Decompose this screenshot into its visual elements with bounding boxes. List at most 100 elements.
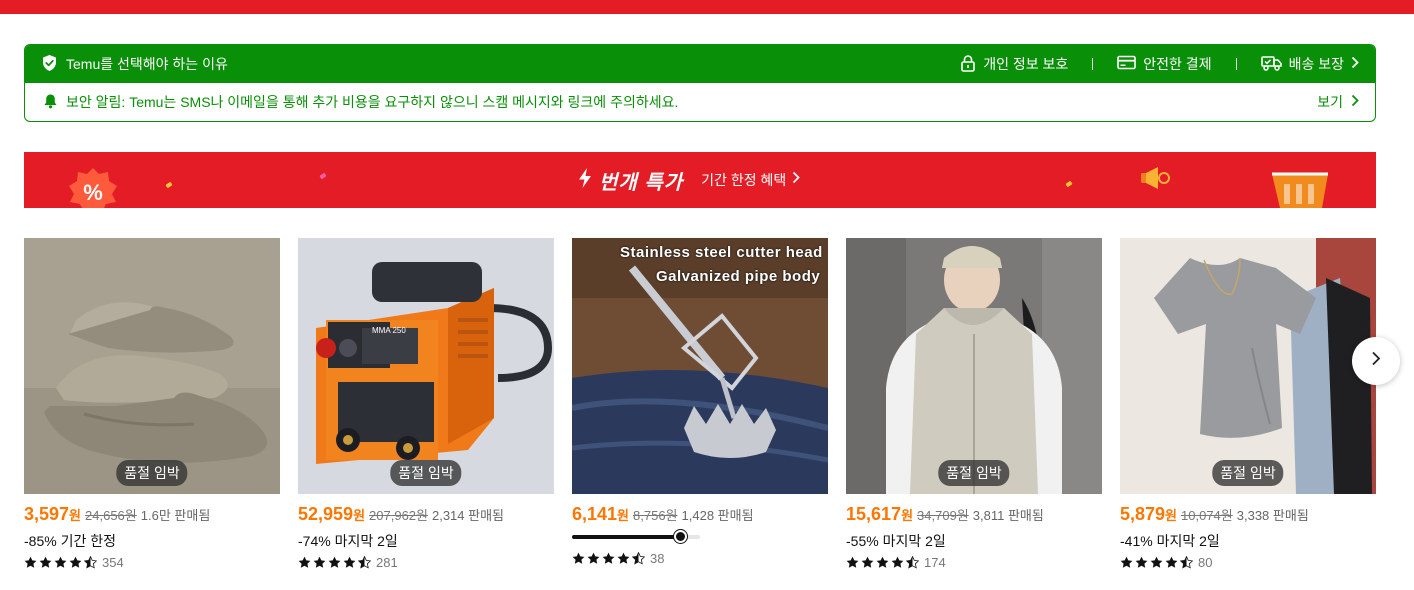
product-image-slides[interactable]: 품절 임박 (24, 238, 280, 494)
price: 15,617 (846, 504, 902, 524)
promo-text: -41% 마지막 2일 (1120, 533, 1220, 549)
product-image-vest[interactable]: 품절 임박 (846, 238, 1102, 494)
star-half-icon (906, 556, 919, 569)
star-half-icon (632, 552, 645, 565)
sold-count: 1,428 판매됨 (681, 508, 754, 523)
rating: 38 (572, 551, 828, 566)
price-row: 5,879 원 10,074원 3,338 판매됨 (1120, 504, 1376, 525)
star-full-icon (1150, 556, 1163, 568)
shopping-cart-decoration (1268, 168, 1334, 208)
star-full-icon (1135, 556, 1148, 568)
product-card[interactable]: Stainless steel cutter head Galvanized p… (572, 238, 828, 566)
currency: 원 (901, 508, 914, 523)
deal-title: 번개 특가 (599, 171, 684, 194)
star-full-icon (1165, 556, 1178, 568)
star-rating (846, 556, 919, 569)
promo-text: -74% 마지막 2일 (298, 533, 398, 549)
svg-text:%: % (83, 180, 103, 205)
sales-progress-bar (572, 530, 700, 543)
view-alert-button[interactable]: 보기 (1317, 92, 1359, 112)
star-full-icon (69, 556, 82, 568)
delivery-guarantee-label: 배송 보장 (1288, 56, 1344, 72)
product-image-welder[interactable]: MMA 250 품절 임박 (298, 238, 554, 494)
delivery-guarantee-link[interactable]: 배송 보장 (1260, 54, 1359, 74)
star-full-icon (24, 556, 37, 568)
secure-payment-link[interactable]: 안전한 결제 (1117, 54, 1212, 74)
sold-count: 3,338 판매됨 (1236, 508, 1309, 523)
star-full-icon (54, 556, 67, 568)
view-label: 보기 (1317, 94, 1343, 110)
price: 3,597 (24, 504, 70, 524)
trust-header: Temu를 선택해야 하는 이유 개인 정보 보호 안전한 결제 배송 보장 (25, 45, 1375, 83)
star-full-icon (39, 556, 52, 568)
progress-knob (673, 530, 687, 543)
product-card[interactable]: 품절 임박 5,879 원 10,074원 3,338 판매됨 -41% 마지막 … (1120, 238, 1376, 570)
product-card[interactable]: MMA 250 품절 임박 52,959 원 207,962원 2,314 판매됨… (298, 238, 554, 570)
original-price: 207,962원 (369, 508, 428, 523)
price-row: 3,597 원 24,656원 1.6만 판매됨 (24, 504, 280, 525)
bell-icon (43, 93, 58, 112)
review-count: 281 (376, 555, 398, 570)
low-stock-badge: 품절 임박 (1212, 460, 1284, 486)
star-half-icon (1180, 556, 1193, 569)
star-full-icon (891, 556, 904, 568)
review-count: 354 (102, 555, 124, 570)
currency: 원 (1165, 508, 1178, 523)
price-row: 52,959 원 207,962원 2,314 판매됨 (298, 504, 554, 525)
product-card[interactable]: 품절 임박 15,617 원 34,709원 3,811 판매됨 -55% 마지막… (846, 238, 1102, 570)
megaphone-decoration (1140, 162, 1176, 199)
product-image-cutter[interactable]: Stainless steel cutter head Galvanized p… (572, 238, 828, 494)
low-stock-badge: 품절 임박 (116, 460, 188, 486)
price: 5,879 (1120, 504, 1166, 524)
chevron-right-icon (792, 171, 801, 189)
price: 6,141 (572, 504, 618, 524)
star-rating (1120, 556, 1193, 569)
lock-icon (960, 54, 976, 75)
secure-payment-label: 안전한 결제 (1143, 56, 1212, 72)
credit-card-icon (1117, 55, 1137, 73)
review-count: 174 (924, 555, 946, 570)
chevron-right-icon (1351, 56, 1359, 72)
deal-center: 번개 특가 기간 한정 혜택 (577, 152, 801, 208)
progress-fill (572, 535, 680, 539)
star-full-icon (572, 552, 585, 564)
star-full-icon (876, 556, 889, 568)
star-full-icon (587, 552, 600, 564)
confetti-decoration (1065, 180, 1073, 188)
sold-count: 1.6만 판매됨 (140, 508, 211, 523)
promo-text: -85% 기간 한정 (24, 533, 116, 549)
chevron-right-icon (1371, 351, 1381, 371)
price: 52,959 (298, 504, 354, 524)
divider (1235, 58, 1237, 70)
chevron-right-icon (1351, 94, 1359, 110)
original-price: 24,656원 (85, 508, 137, 523)
security-alert: 보안 알림: Temu는 SMS나 이메일을 통해 추가 비용을 요구하지 않으… (25, 83, 1375, 121)
rating: 354 (24, 555, 280, 570)
original-price: 34,709원 (917, 508, 969, 523)
star-rating (298, 556, 371, 569)
carousel-next-button[interactable] (1352, 337, 1400, 385)
star-half-icon (84, 556, 97, 569)
star-full-icon (617, 552, 630, 564)
why-choose-link[interactable]: Temu를 선택해야 하는 이유 (41, 54, 228, 75)
confetti-decoration (165, 181, 173, 189)
percent-tag-decoration: % (64, 166, 122, 208)
original-price: 10,074원 (1181, 508, 1233, 523)
low-stock-badge: 품절 임박 (938, 460, 1010, 486)
rating: 174 (846, 555, 1102, 570)
why-choose-label: Temu를 선택해야 하는 이유 (66, 56, 228, 72)
currency: 원 (69, 508, 82, 523)
top-red-bar (0, 0, 1414, 14)
rating: 80 (1120, 555, 1376, 570)
product-image-tshirt[interactable]: 품절 임박 (1120, 238, 1376, 494)
product-card[interactable]: 품절 임박 3,597 원 24,656원 1.6만 판매됨 -85% 기간 한정… (24, 238, 280, 570)
security-alert-text: 보안 알림: Temu는 SMS나 이메일을 통해 추가 비용을 요구하지 않으… (66, 94, 679, 110)
lightning-deal-banner[interactable]: % 번개 특가 기간 한정 혜택 (24, 152, 1376, 208)
star-full-icon (328, 556, 341, 568)
star-full-icon (298, 556, 311, 568)
currency: 원 (353, 508, 366, 523)
privacy-label: 개인 정보 보호 (983, 56, 1069, 72)
privacy-link[interactable]: 개인 정보 보호 (960, 54, 1068, 75)
trust-panel: Temu를 선택해야 하는 이유 개인 정보 보호 안전한 결제 배송 보장 보… (24, 44, 1376, 122)
star-full-icon (1120, 556, 1133, 568)
